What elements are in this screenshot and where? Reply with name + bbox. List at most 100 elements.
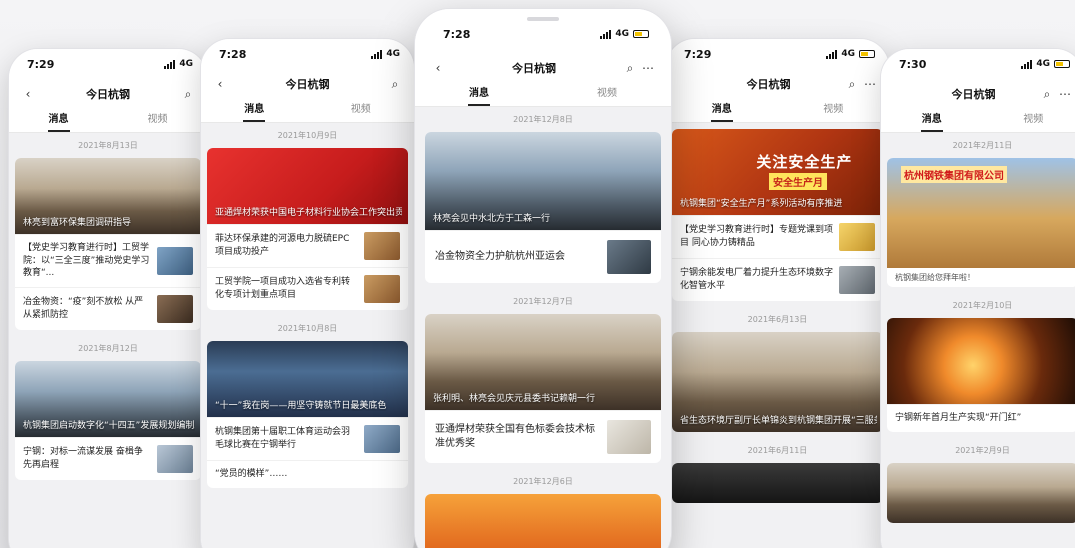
search-icon[interactable]: ⌕ — [621, 61, 639, 76]
news-item-title: 亚通焊材荣获全国有色标委会技术标准优秀奖 — [435, 424, 595, 449]
battery-icon — [859, 50, 875, 58]
news-thumbnail — [157, 444, 193, 473]
news-card: 林亮会见中水北方于工森一行 冶金物资全力护航杭州亚运会 — [425, 132, 661, 283]
page-title: 今日杭钢 — [285, 78, 330, 91]
news-card: 林亮到富环保集团调研指导 【党史学习教育进行时】工贸学院：以“三全三度”推动党史… — [15, 158, 201, 330]
news-hero[interactable]: 张利明、林亮会见庆元县委书记赖朝一行 — [425, 314, 661, 410]
hero-banner-subtitle: 安全生产月 — [769, 173, 828, 190]
date-label: 2021年8月13日 — [78, 141, 138, 150]
tab-bar: 消息 视频 — [666, 99, 889, 123]
tab-video[interactable]: 视频 — [983, 109, 1075, 132]
tab-video[interactable]: 视频 — [778, 99, 890, 122]
news-hero-caption: 杭钢集团启动数字化“十四五”发展规划编制工作 — [23, 420, 195, 431]
news-hero[interactable]: 亚通焊材荣获中国电子材料行业协会工作突出贡献奖 — [207, 148, 408, 224]
news-item[interactable]: 冶金物资：“疫”刻不放松 从严从紧抓防控 — [15, 286, 201, 330]
news-hero[interactable] — [887, 462, 1075, 523]
tab-video[interactable]: 视频 — [543, 83, 671, 106]
news-card: 杭州钢铁集团有限公司 杭钢集团给您拜年啦！ — [887, 158, 1075, 287]
search-icon[interactable]: ⌕ — [386, 77, 404, 92]
nav-bar: ‹ 今日杭钢 ⌕ ⋯ — [415, 53, 671, 83]
tab-bar: 消息 视频 — [201, 99, 414, 123]
news-item[interactable]: 宁钢新年首月生产实现“开门红” — [887, 404, 1075, 432]
date-label: 2021年2月10日 — [952, 301, 1013, 310]
news-thumbnail — [364, 275, 400, 303]
news-card: 杭钢集团启动数字化“十四五”发展规划编制工作 宁钢：对标一流谋发展 奋楫争先再启… — [15, 360, 201, 480]
tab-messages[interactable]: 消息 — [9, 109, 108, 132]
speaker-notch — [527, 17, 559, 21]
network-label: 4G — [386, 49, 400, 59]
news-hero[interactable]: 杭钢集团启动数字化“十四五”发展规划编制工作 — [15, 360, 201, 437]
tab-messages[interactable]: 消息 — [666, 99, 778, 122]
nav-bar: 今日杭钢 ⌕ ⋯ — [881, 79, 1075, 109]
more-icon[interactable]: ⋯ — [861, 77, 879, 91]
more-icon[interactable]: ⋯ — [1056, 87, 1074, 101]
date-label: 2021年2月9日 — [955, 445, 1010, 455]
date-label: 2021年10月8日 — [277, 324, 338, 333]
status-bar: 7:28 4G — [201, 39, 414, 69]
news-item[interactable]: 杭钢集团第十届职工体育运动会羽毛球比赛在宁钢举行 — [207, 417, 408, 460]
news-thumbnail — [607, 240, 651, 274]
battery-icon — [1054, 60, 1070, 68]
page-title: 今日杭钢 — [512, 62, 556, 75]
news-card: 张利明、林亮会见庆元县委书记赖朝一行 亚通焊材荣获全国有色标委会技术标准优秀奖 — [425, 314, 661, 463]
news-hero[interactable] — [425, 494, 661, 548]
network-label: 4G — [179, 59, 193, 69]
signal-icon — [826, 49, 838, 59]
signal-icon — [600, 29, 612, 39]
phone-1: 7:29 4G ‹ 今日杭钢 ⌕ 消息 视频 2021年8月13日 林亮到富环保… — [8, 48, 208, 548]
network-label: 4G — [841, 49, 855, 59]
tab-bar: 消息 视频 — [881, 109, 1075, 133]
search-icon[interactable]: ⌕ — [179, 87, 197, 102]
news-item-title: “党员的模样”…… — [215, 469, 288, 479]
date-label: 2021年12月7日 — [513, 297, 573, 306]
search-icon[interactable]: ⌕ — [843, 77, 861, 92]
news-hero[interactable]: 关注安全生产 安全生产月 杭钢集团“安全生产月”系列活动有序推进 — [672, 129, 883, 215]
news-thumbnail — [607, 420, 651, 454]
phone-4: 7:29 4G 今日杭钢 ⌕ ⋯ 消息 视频 关注安全生产 安全生产月 杭钢集团… — [665, 38, 890, 548]
news-item[interactable]: 宁钢：对标一流谋发展 奋楫争先再启程 — [15, 436, 201, 480]
news-hero[interactable]: 省生态环境厅副厅长单锦炎到杭钢集团开展“三服务”活动 — [672, 332, 883, 432]
tab-messages[interactable]: 消息 — [881, 109, 983, 132]
tab-messages[interactable]: 消息 — [201, 99, 308, 122]
tab-video[interactable]: 视频 — [108, 109, 207, 132]
news-item[interactable]: 亚通焊材荣获全国有色标委会技术标准优秀奖 — [425, 410, 661, 463]
news-hero[interactable] — [887, 318, 1075, 404]
news-item[interactable]: “党员的模样”…… — [207, 460, 408, 488]
back-icon[interactable]: ‹ — [211, 77, 229, 91]
tab-bar: 消息 视频 — [415, 83, 671, 107]
tab-messages[interactable]: 消息 — [415, 83, 543, 106]
search-icon[interactable]: ⌕ — [1038, 87, 1056, 102]
news-card — [887, 462, 1075, 523]
news-item[interactable]: 工贸学院一项目成功入选省专利转化专项计划重点项目 — [207, 267, 408, 310]
back-icon[interactable]: ‹ — [429, 61, 447, 75]
news-item[interactable]: 菲达环保承建的河源电力脱硫EPC项目成功投产 — [207, 224, 408, 267]
news-hero-caption: “十一”我在岗——用坚守铸就节日最美底色 — [215, 401, 387, 411]
news-hero[interactable]: 杭州钢铁集团有限公司 — [887, 158, 1075, 268]
news-item[interactable]: 【党史学习教育进行时】专题党课到项目 同心协力铸精品 — [672, 215, 883, 258]
news-card: 省生态环境厅副厅长单锦炎到杭钢集团开展“三服务”活动 — [672, 332, 883, 432]
news-hero[interactable]: “十一”我在岗——用坚守铸就节日最美底色 — [207, 341, 408, 417]
nav-bar: ‹ 今日杭钢 ⌕ — [201, 69, 414, 99]
date-label: 2021年6月13日 — [747, 315, 808, 324]
news-item[interactable]: 冶金物资全力护航杭州亚运会 — [425, 230, 661, 283]
tab-video[interactable]: 视频 — [308, 99, 415, 122]
date-label: 2021年8月12日 — [78, 343, 138, 353]
status-bar: 7:28 4G — [415, 9, 671, 53]
news-hero[interactable]: 林亮到富环保集团调研指导 — [15, 158, 201, 234]
news-hero[interactable] — [672, 463, 883, 503]
back-icon[interactable]: ‹ — [19, 87, 37, 101]
page-title: 今日杭钢 — [86, 88, 130, 101]
news-hero-caption: 杭钢集团给您拜年啦！ — [887, 268, 1075, 287]
news-thumbnail — [839, 223, 875, 251]
status-bar: 7:29 4G — [9, 49, 207, 79]
news-item[interactable]: 宁钢余能发电厂着力提升生态环境数字化智管水平 — [672, 258, 883, 301]
showcase-stage: 7:29 4G ‹ 今日杭钢 ⌕ 消息 视频 2021年8月13日 林亮到富环保… — [0, 0, 1075, 548]
hero-banner-title: 关注安全生产 — [756, 153, 853, 171]
signal-icon — [371, 49, 383, 59]
news-hero[interactable]: 林亮会见中水北方于工森一行 — [425, 132, 661, 230]
news-item[interactable]: 【党史学习教育进行时】工贸学院：以“三全三度”推动党史学习教育“... — [15, 234, 201, 287]
phone-5: 7:30 4G 今日杭钢 ⌕ ⋯ 消息 视频 2021年2月11日 杭州钢铁集团… — [880, 48, 1075, 548]
date-label: 2021年2月11日 — [952, 141, 1013, 150]
more-icon[interactable]: ⋯ — [639, 61, 657, 75]
news-item-title: 宁钢新年首月生产实现“开门红” — [895, 413, 1022, 423]
